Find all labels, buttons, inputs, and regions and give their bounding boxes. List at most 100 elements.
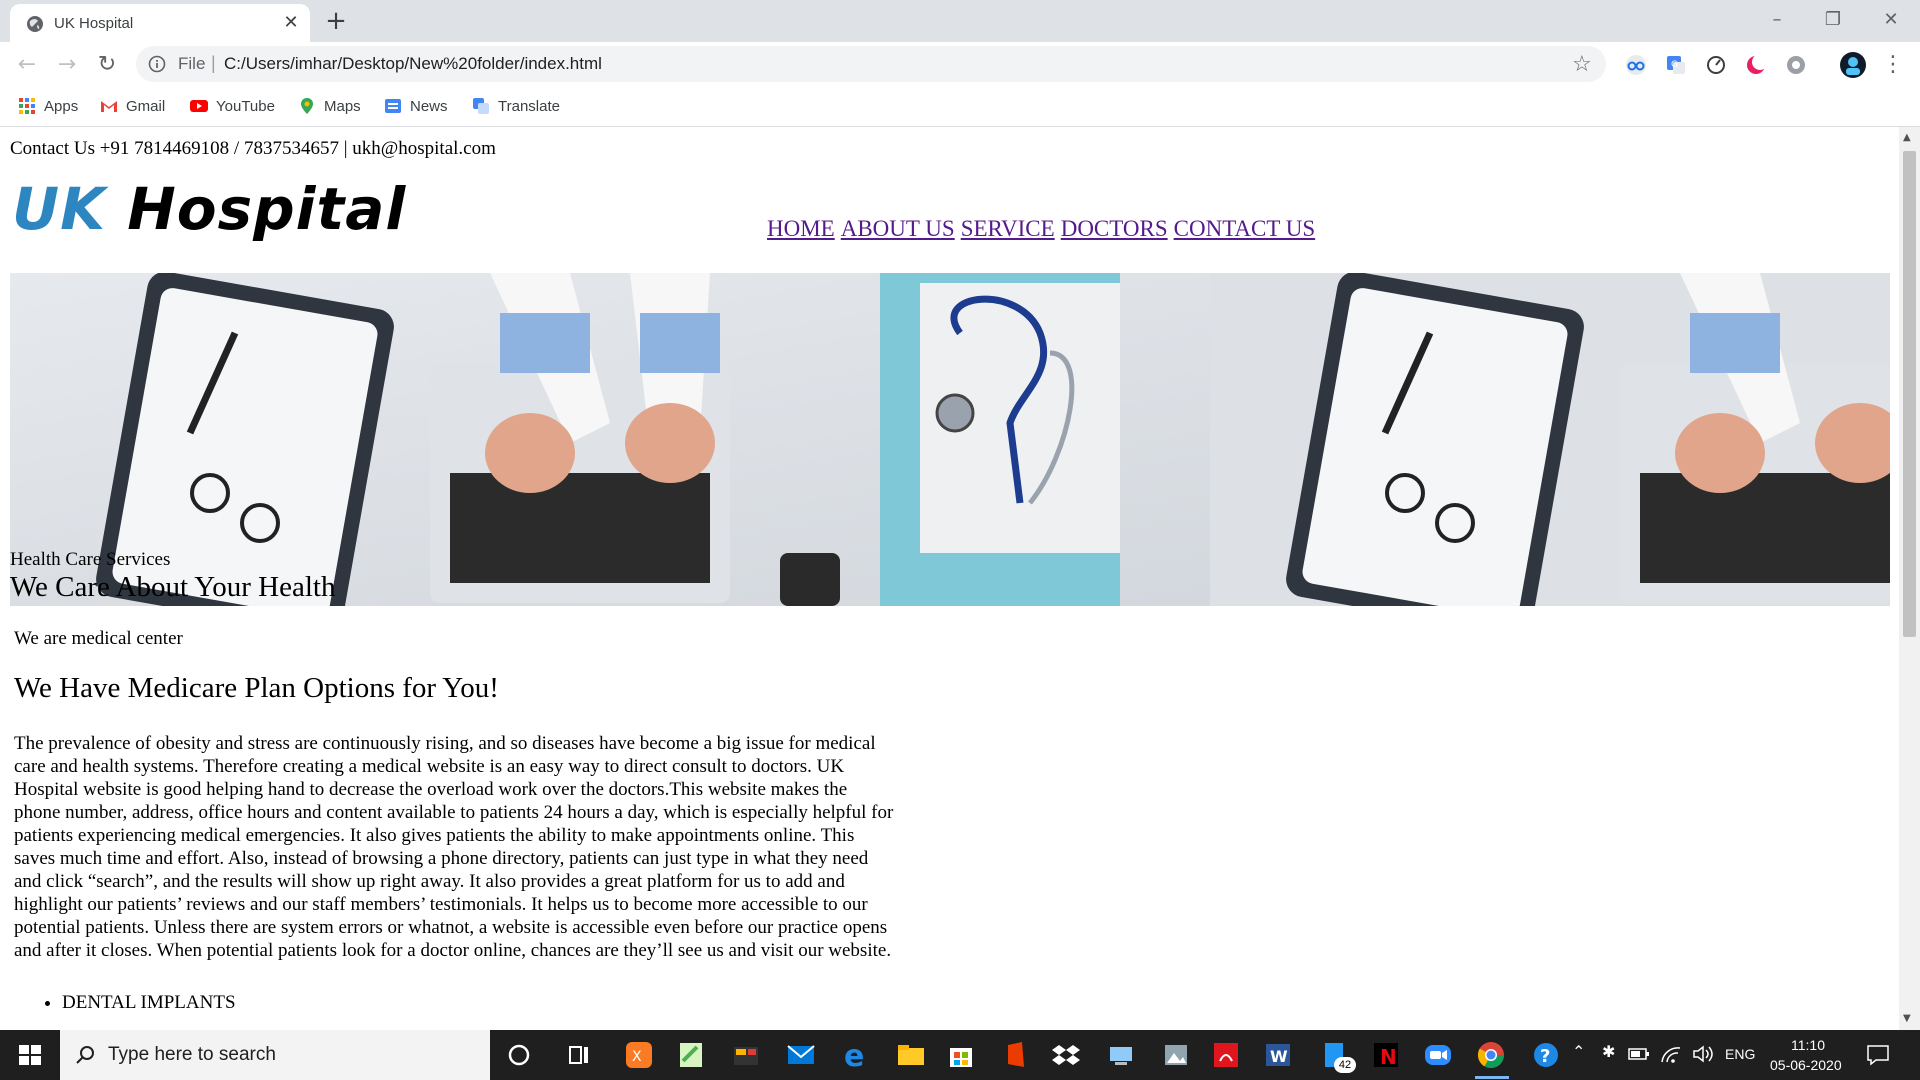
contact-line: Contact Us +91 7814469108 / 7837534657 |…: [10, 138, 496, 159]
section-heading: We Have Medicare Plan Options for You!: [14, 672, 499, 704]
url-text[interactable]: C:/Users/imhar/Desktop/New%20folder/inde…: [224, 54, 602, 74]
apps-grid-icon: [19, 98, 35, 114]
night-mode-extension-icon[interactable]: [1745, 54, 1767, 76]
battery-icon[interactable]: [1628, 1046, 1650, 1062]
bookmark-translate[interactable]: Translate: [472, 94, 560, 118]
bookmark-label: Maps: [324, 97, 361, 115]
nav-doctors[interactable]: DOCTORS: [1061, 216, 1168, 241]
globe-icon: [27, 16, 43, 32]
hero-banner-image: [10, 273, 1890, 606]
window-close-icon[interactable]: ✕: [1876, 8, 1906, 32]
tab-close-icon[interactable]: ✕: [280, 12, 302, 34]
reload-icon[interactable]: ↻: [92, 50, 122, 80]
nav-contact-us[interactable]: CONTACT US: [1174, 216, 1316, 241]
hero-subtitle: Health Care Services: [10, 549, 171, 570]
back-icon[interactable]: ←: [12, 50, 42, 80]
page-scrollbar[interactable]: ▲ ▼: [1899, 127, 1920, 1030]
xampp-icon[interactable]: X: [623, 1039, 655, 1071]
extension-glasses-icon[interactable]: [1625, 54, 1647, 76]
forward-icon[interactable]: →: [52, 50, 82, 80]
scroll-thumb[interactable]: [1903, 151, 1916, 637]
translate-icon: [473, 98, 489, 114]
bookmark-gmail[interactable]: Gmail: [100, 94, 165, 118]
services-list: DENTAL IMPLANTS: [40, 992, 236, 1014]
notifications-icon[interactable]: [1866, 1043, 1890, 1067]
bluetooth-icon[interactable]: ✱: [1602, 1042, 1615, 1062]
word-icon[interactable]: W: [1262, 1039, 1294, 1071]
bookmark-maps[interactable]: Maps: [298, 94, 361, 118]
notes-app-with-badge[interactable]: 42: [1320, 1039, 1356, 1073]
speedometer-extension-icon[interactable]: [1705, 54, 1727, 76]
browser-tab[interactable]: UK Hospital ✕: [10, 4, 310, 42]
media-player-icon[interactable]: [730, 1039, 762, 1071]
netflix-icon[interactable]: N: [1370, 1039, 1402, 1071]
wifi-icon[interactable]: [1660, 1044, 1682, 1064]
volume-icon[interactable]: [1692, 1044, 1716, 1064]
scroll-down-arrow-icon[interactable]: ▼: [1903, 1013, 1911, 1024]
bookmark-label: Gmail: [126, 97, 166, 115]
dropbox-icon[interactable]: [1050, 1039, 1082, 1071]
bookmark-label: News: [410, 97, 448, 115]
gmail-icon: [101, 101, 117, 112]
bookmark-label: Translate: [498, 97, 560, 115]
new-tab-button[interactable]: +: [322, 8, 350, 36]
nav-about-us[interactable]: ABOUT US: [841, 216, 955, 241]
bookmarks-bar: Apps Gmail YouTube Maps News Translate: [0, 86, 1920, 127]
site-logo: UK Hospital: [12, 175, 406, 243]
image-viewer-icon[interactable]: [1160, 1039, 1192, 1071]
intro-text: We are medical center: [14, 628, 183, 649]
bookmark-news[interactable]: News: [384, 94, 448, 118]
nav-service[interactable]: SERVICE: [961, 216, 1055, 241]
info-icon[interactable]: [148, 55, 166, 73]
acrobat-pdf-icon[interactable]: [1210, 1039, 1242, 1071]
address-bar[interactable]: File | C:/Users/imhar/Desktop/New%20fold…: [136, 46, 1606, 82]
browser-toolbar: ← → ↻ File | C:/Users/imhar/Desktop/New%…: [0, 42, 1920, 86]
svg-text:?: ?: [1540, 1046, 1550, 1067]
chrome-icon[interactable]: [1475, 1039, 1507, 1071]
notepad-plus-plus-icon[interactable]: [675, 1039, 707, 1071]
bookmark-label: Apps: [44, 97, 79, 115]
list-item: DENTAL IMPLANTS: [62, 992, 236, 1014]
scroll-up-arrow-icon[interactable]: ▲: [1903, 132, 1911, 143]
network-folder-icon[interactable]: [1105, 1039, 1137, 1071]
tab-title: UK Hospital: [54, 15, 134, 32]
search-icon: [76, 1046, 94, 1064]
main-nav: HOME ABOUT US SERVICE DOCTORS CONTACT US: [767, 216, 1321, 242]
minimize-icon[interactable]: –: [1762, 8, 1792, 32]
nav-home[interactable]: HOME: [767, 216, 835, 241]
zoom-icon[interactable]: [1422, 1039, 1454, 1071]
bookmark-youtube[interactable]: YouTube: [190, 94, 275, 118]
input-language[interactable]: ENG: [1725, 1046, 1755, 1062]
youtube-icon: [190, 100, 208, 112]
svg-text:W: W: [1270, 1047, 1288, 1066]
svg-text:G: G: [1671, 60, 1678, 70]
restore-icon[interactable]: ❐: [1818, 8, 1848, 32]
body-paragraph: The prevalence of obesity and stress are…: [14, 733, 894, 961]
logo-part-hospital: Hospital: [127, 175, 407, 243]
menu-kebab-icon[interactable]: ⋮: [1878, 50, 1908, 80]
settings-extension-icon[interactable]: [1785, 54, 1807, 76]
store-icon[interactable]: [945, 1039, 977, 1071]
office-icon[interactable]: [1000, 1039, 1032, 1071]
maps-pin-icon: [301, 98, 313, 114]
task-view-icon[interactable]: [563, 1039, 595, 1071]
edge-browser-icon[interactable]: e: [840, 1039, 872, 1071]
bookmark-apps[interactable]: Apps: [18, 94, 78, 118]
clock-date[interactable]: 05-06-2020: [1770, 1057, 1842, 1073]
help-icon[interactable]: ?: [1530, 1039, 1562, 1071]
file-explorer-icon[interactable]: [895, 1039, 927, 1071]
search-placeholder: Type here to search: [108, 1044, 276, 1065]
bookmark-star-icon[interactable]: ☆: [1572, 52, 1592, 77]
svg-text:X: X: [632, 1049, 642, 1065]
google-translate-extension-icon[interactable]: G: [1665, 54, 1687, 76]
cortana-icon[interactable]: [503, 1039, 535, 1071]
bookmark-label: YouTube: [216, 97, 275, 115]
mail-icon[interactable]: [785, 1039, 817, 1071]
hero-title: We Care About Your Health: [10, 571, 336, 603]
profile-avatar[interactable]: [1840, 52, 1866, 78]
clock-time[interactable]: 11:10: [1791, 1037, 1825, 1053]
taskbar-search-box[interactable]: Type here to search: [60, 1030, 490, 1080]
tray-expand-icon[interactable]: ⌃: [1572, 1042, 1585, 1062]
news-icon: [385, 99, 401, 113]
windows-start-icon[interactable]: [0, 1030, 60, 1080]
